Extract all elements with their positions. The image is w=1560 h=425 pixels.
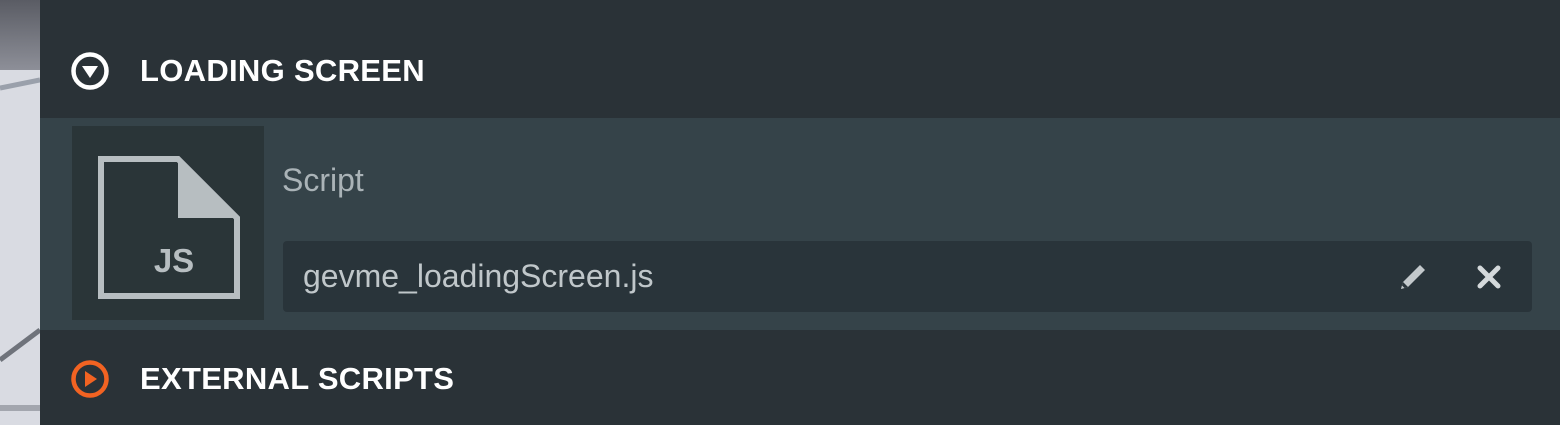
script-field[interactable]: gevme_loadingScreen.js [283, 241, 1532, 312]
section-title-loading-screen: LOADING SCREEN [140, 53, 425, 88]
viewport-preview [0, 0, 40, 425]
pencil-icon[interactable] [1395, 259, 1431, 295]
settings-panel: LOADING SCREEN JS Script gevme_loadingSc… [40, 0, 1560, 425]
script-filename: gevme_loadingScreen.js [303, 258, 654, 294]
close-icon[interactable] [1471, 259, 1507, 295]
collapse-down-icon[interactable] [70, 51, 110, 91]
section-header-loading-screen[interactable]: LOADING SCREEN [40, 34, 1560, 108]
expand-right-icon[interactable] [70, 359, 110, 399]
thumbnail-label: JS [153, 242, 195, 279]
loading-screen-body: JS Script gevme_loadingScreen.js [40, 118, 1560, 330]
script-thumbnail[interactable]: JS [72, 126, 264, 320]
script-field-label: Script [282, 162, 364, 198]
section-header-external-scripts[interactable]: EXTERNAL SCRIPTS [40, 342, 1560, 416]
section-title-external-scripts: EXTERNAL SCRIPTS [140, 361, 455, 396]
viewport-wireframe [0, 77, 40, 411]
